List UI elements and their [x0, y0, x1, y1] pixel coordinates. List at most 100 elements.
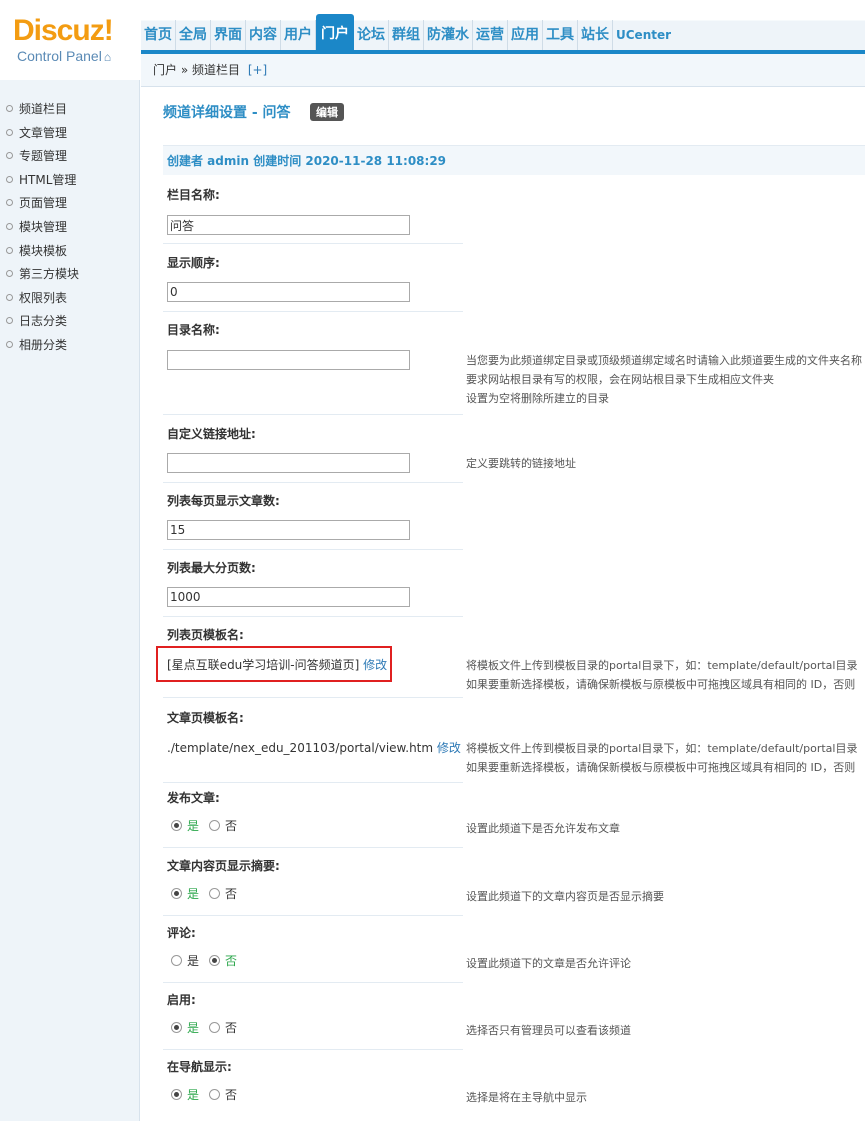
logo-text: Discuz — [13, 14, 105, 47]
enable-tip: 选择否只有管理员可以查看该频道 — [466, 1024, 631, 1037]
nav-item-11[interactable]: 工具 — [543, 20, 578, 50]
list-template-edit-link[interactable]: 修改 — [363, 658, 387, 672]
nav-show-tip: 选择是将在主导航中显示 — [466, 1091, 587, 1104]
bullet-icon — [6, 340, 13, 348]
allow-publish-radio-group: 是否 — [171, 817, 247, 834]
radio-icon[interactable] — [171, 820, 182, 831]
row-divider — [163, 847, 463, 848]
display-order-input[interactable] — [167, 282, 410, 302]
sidebar-item-10[interactable]: 相册分类 — [0, 334, 139, 358]
sidebar-item-2[interactable]: 专题管理 — [0, 145, 139, 169]
nav-show-yes-option[interactable]: 是 — [171, 1088, 199, 1102]
bullet-icon — [6, 293, 13, 301]
row-divider — [163, 697, 463, 698]
field-perpage: 列表每页显示文章数: — [167, 492, 865, 540]
nav-item-13[interactable]: UCenter — [613, 20, 674, 50]
show-summary-yes-option[interactable]: 是 — [171, 887, 199, 901]
list-template-tip: 将模板文件上传到模板目录的portal目录下，如：template/defaul… — [466, 656, 857, 694]
list-template-tip-line1: 将模板文件上传到模板目录的portal目录下，如：template/defaul… — [466, 659, 858, 672]
radio-icon[interactable] — [171, 888, 182, 899]
row-divider — [163, 982, 463, 983]
sidebar-item-0[interactable]: 频道栏目 — [0, 98, 139, 122]
directory-name-input[interactable] — [167, 350, 410, 370]
radio-label-no: 否 — [225, 954, 238, 968]
nav-show-radio-group: 是否 — [171, 1086, 247, 1103]
nav-item-4[interactable]: 用户 — [281, 20, 316, 50]
radio-icon[interactable] — [171, 1089, 182, 1100]
sidebar-item-1[interactable]: 文章管理 — [0, 122, 139, 146]
custom-link-input[interactable] — [167, 453, 410, 473]
view-template-value: ./template/nex_edu_201103/portal/view.ht… — [167, 739, 461, 756]
radio-icon[interactable] — [209, 888, 221, 899]
field-view-template-label: 文章页模板名: — [167, 711, 244, 725]
nav-item-0[interactable]: 首页 — [141, 20, 176, 50]
nav-show-no-option[interactable]: 否 — [209, 1088, 237, 1102]
sidebar-item-label: 相册分类 — [19, 337, 68, 352]
radio-icon[interactable] — [171, 955, 182, 966]
radio-icon[interactable] — [171, 1022, 182, 1033]
field-dir: 目录名称: 当您要为此频道绑定目录或顶级频道绑定域名时请输入此频道要生成的文件夹… — [167, 321, 865, 405]
list-template-value: [星点互联edu学习培训-问答频道页] 修改 — [167, 656, 387, 673]
home-icon[interactable]: ⌂ — [104, 50, 111, 64]
sidebar-item-5[interactable]: 模块管理 — [0, 216, 139, 240]
nav-item-6[interactable]: 论坛 — [354, 20, 389, 50]
sidebar-item-label: 模块管理 — [19, 219, 68, 234]
comment-radio-group: 是否 — [171, 952, 247, 969]
sidebar-item-6[interactable]: 模块模板 — [0, 240, 139, 264]
sidebar-item-3[interactable]: HTML管理 — [0, 169, 139, 193]
radio-icon[interactable] — [209, 1089, 221, 1100]
enable-radio-group: 是否 — [171, 1019, 247, 1036]
comment-yes-option[interactable]: 是 — [171, 954, 199, 968]
nav-item-9[interactable]: 运营 — [473, 20, 508, 50]
radio-label-no: 否 — [225, 819, 238, 833]
field-list-template: 列表页模板名: [星点互联edu学习培训-问答频道页] 修改 将模板文件上传到模… — [156, 626, 865, 691]
page-title: 频道详细设置 - 问答 — [163, 105, 291, 121]
field-allow-publish-label: 发布文章: — [167, 791, 220, 805]
sidebar-item-4[interactable]: 页面管理 — [0, 192, 139, 216]
logo-excl: ! — [103, 14, 114, 47]
nav-item-1[interactable]: 全局 — [176, 20, 211, 50]
radio-icon[interactable] — [209, 1022, 221, 1033]
bullet-icon — [6, 152, 13, 160]
sidebar-item-7[interactable]: 第三方模块 — [0, 263, 139, 287]
nav-item-3[interactable]: 内容 — [246, 20, 281, 50]
allow-publish-no-option[interactable]: 否 — [209, 819, 237, 833]
radio-icon[interactable] — [209, 955, 221, 966]
sidebar-menu: 频道栏目 文章管理 专题管理 HTML管理页面管理模块管理模块模板 第三方模块 权限列表日… — [0, 80, 139, 358]
nav-item-7[interactable]: 群组 — [389, 20, 424, 50]
breadcrumb-path[interactable]: 门户 » 频道栏目 — [153, 63, 240, 77]
nav-item-10[interactable]: 应用 — [508, 20, 543, 50]
radio-label-no: 否 — [225, 1021, 238, 1035]
radio-label-yes: 是 — [187, 819, 200, 833]
nav-item-2[interactable]: 界面 — [211, 20, 246, 50]
bullet-icon — [6, 199, 13, 207]
channel-name-input[interactable] — [167, 215, 410, 235]
sidebar-item-label: HTML管理 — [19, 172, 77, 187]
enable-no-option[interactable]: 否 — [209, 1021, 237, 1035]
discuz-logo[interactable]: Discuz! — [13, 14, 114, 48]
nav-item-12[interactable]: 站长 — [578, 20, 613, 50]
control-panel-label: Control Panel ⌂ — [17, 48, 111, 64]
show-summary-no-option[interactable]: 否 — [209, 887, 237, 901]
edit-badge[interactable]: 编辑 — [310, 103, 344, 121]
field-comment-label: 评论: — [167, 926, 196, 940]
field-link-label: 自定义链接地址: — [167, 427, 256, 441]
allow-publish-yes-option[interactable]: 是 — [171, 819, 199, 833]
enable-yes-option[interactable]: 是 — [171, 1021, 199, 1035]
sidebar-item-9[interactable]: 日志分类 — [0, 310, 139, 334]
sidebar-item-8[interactable]: 权限列表 — [0, 287, 139, 311]
max-pages-input[interactable] — [167, 587, 410, 607]
field-allow-publish: 发布文章: 是否设置此频道下是否允许发布文章 — [167, 789, 865, 835]
list-template-name: [星点互联edu学习培训-问答频道页] — [167, 658, 360, 672]
row-divider — [163, 782, 463, 783]
radio-label-yes: 是 — [187, 887, 200, 901]
per-page-input[interactable] — [167, 520, 410, 540]
radio-label-no: 否 — [225, 1088, 238, 1102]
comment-no-option[interactable]: 否 — [209, 954, 237, 968]
view-template-edit-link[interactable]: 修改 — [437, 741, 461, 755]
radio-icon[interactable] — [209, 820, 221, 831]
nav-item-8[interactable]: 防灌水 — [424, 20, 473, 50]
breadcrumb-add-button[interactable]: [+] — [248, 63, 267, 77]
field-view-template: 文章页模板名: ./template/nex_edu_201103/portal… — [167, 709, 865, 774]
nav-item-5[interactable]: 门户 — [316, 14, 354, 50]
